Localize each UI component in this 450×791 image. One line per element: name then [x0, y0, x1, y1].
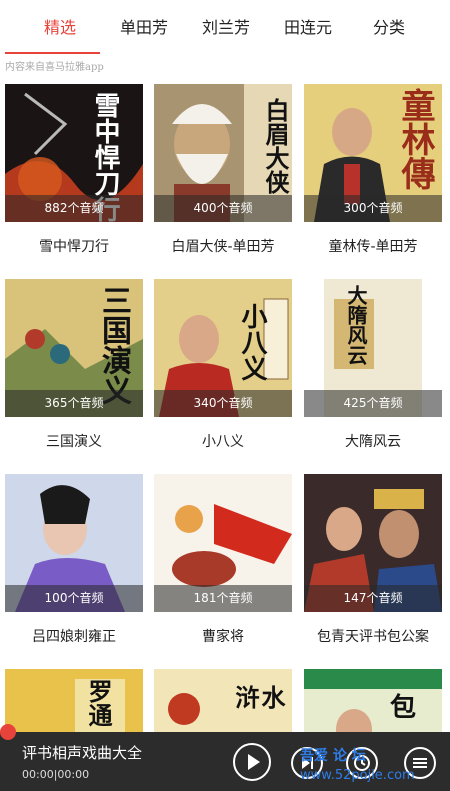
cover-title: 童林傳 [395, 88, 435, 190]
album-card[interactable]: 181个音频 曹家将 [154, 474, 292, 645]
tab-featured[interactable]: 精选 [44, 14, 76, 38]
cover-art [304, 669, 442, 732]
audio-count: 425个音频 [304, 390, 442, 417]
album-title: 吕四娘刺雍正 [32, 629, 116, 645]
source-note: 内容来自喜马拉雅app [5, 62, 104, 73]
tab-liu-lanfang[interactable]: 刘兰芳 [202, 14, 250, 38]
album-title: 童林传-单田芳 [328, 239, 418, 255]
album-cover[interactable]: 白眉大侠 400个音频 [154, 84, 292, 222]
progress-dot[interactable] [0, 724, 16, 740]
audio-count: 365个音频 [5, 390, 143, 417]
album-card[interactable]: 童林傳 300个音频 童林传-单田芳 [304, 84, 442, 255]
album-cover[interactable]: 三国演义 365个音频 [5, 279, 143, 417]
cover-title: 包 [390, 693, 417, 723]
cover-title: 罗通 [84, 679, 113, 727]
album-card[interactable]: 100个音频 吕四娘刺雍正 [5, 474, 143, 645]
tab-tian-lianyuan[interactable]: 田连元 [284, 14, 332, 38]
watermark-url: www.52pojie.com [300, 768, 415, 783]
album-cover[interactable]: 100个音频 [5, 474, 143, 612]
album-cover[interactable]: 雪中悍刀行 882个音频 [5, 84, 143, 222]
album-cover[interactable]: 罗通 [5, 669, 143, 732]
cover-title: 三国演义 [96, 285, 131, 405]
album-title: 三国演义 [46, 434, 102, 450]
top-tab-bar: 精选 单田芳 刘兰芳 田连元 分类 [0, 0, 450, 54]
album-title: 小八义 [202, 434, 244, 450]
audio-count: 181个音频 [154, 585, 292, 612]
album-card[interactable]: 罗通 [5, 669, 143, 732]
album-title: 白眉大侠-单田芳 [171, 239, 275, 255]
audio-count: 100个音频 [5, 585, 143, 612]
album-card[interactable]: 水浒 [154, 669, 292, 732]
album-title: 曹家将 [202, 629, 244, 645]
album-card[interactable]: 雪中悍刀行 882个音频 雪中悍刀行 [5, 84, 143, 255]
album-title: 大隋风云 [345, 434, 401, 450]
active-tab-indicator [5, 52, 100, 54]
play-icon[interactable] [233, 743, 271, 781]
album-card[interactable]: 大隋风云 425个音频 大隋风云 [304, 279, 442, 450]
album-cover[interactable]: 181个音频 [154, 474, 292, 612]
album-title: 包青天评书包公案 [317, 629, 429, 645]
cover-title: 大隋风云 [344, 285, 368, 365]
audio-count: 300个音频 [304, 195, 442, 222]
album-card[interactable]: 小八义 340个音频 小八义 [154, 279, 292, 450]
cover-art [5, 669, 143, 732]
cover-title: 小八义 [237, 303, 267, 381]
audio-count: 882个音频 [5, 195, 143, 222]
album-cover[interactable]: 小八义 340个音频 [154, 279, 292, 417]
album-card[interactable]: 包 [304, 669, 442, 732]
audio-count: 147个音频 [304, 585, 442, 612]
album-card[interactable]: 147个音频 包青天评书包公案 [304, 474, 442, 645]
audio-count: 340个音频 [154, 390, 292, 417]
album-title: 雪中悍刀行 [39, 239, 109, 255]
player-time: 00:00|00:00 [22, 768, 90, 781]
cover-title: 水浒 [231, 685, 286, 709]
tab-shan-tianfang[interactable]: 单田芳 [120, 14, 168, 38]
album-cover[interactable]: 包 [304, 669, 442, 732]
album-cover[interactable]: 童林傳 300个音频 [304, 84, 442, 222]
album-cover[interactable]: 147个音频 [304, 474, 442, 612]
album-card[interactable]: 白眉大侠 400个音频 白眉大侠-单田芳 [154, 84, 292, 255]
album-cover[interactable]: 大隋风云 425个音频 [304, 279, 442, 417]
tab-category[interactable]: 分类 [373, 14, 405, 38]
cover-title: 白眉大侠 [261, 98, 290, 194]
album-card[interactable]: 三国演义 365个音频 三国演义 [5, 279, 143, 450]
player-title[interactable]: 评书相声戏曲大全 [22, 742, 142, 763]
watermark-text: 吾爱 论 坛 [300, 748, 366, 764]
album-cover[interactable]: 水浒 [154, 669, 292, 732]
audio-count: 400个音频 [154, 195, 292, 222]
